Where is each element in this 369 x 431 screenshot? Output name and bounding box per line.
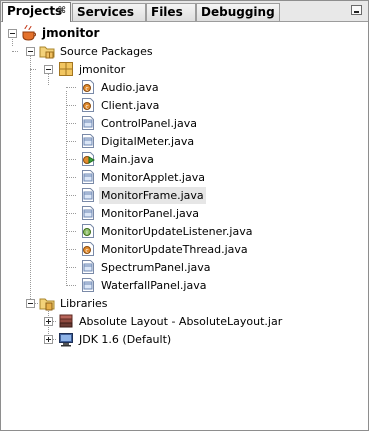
collapse-toggle[interactable] <box>26 299 35 308</box>
tab-projects[interactable]: Projects ⌘ <box>2 2 71 22</box>
file-item[interactable]: ControlPanel.java <box>1 115 361 132</box>
java-project-icon <box>21 25 37 41</box>
java-form-icon <box>80 169 96 185</box>
tree-connector <box>66 231 76 232</box>
expand-toggle[interactable] <box>44 317 53 326</box>
tab-files[interactable]: Files <box>146 3 196 21</box>
file-item[interactable]: MonitorFrame.java <box>1 187 361 204</box>
tree-connector <box>66 249 76 250</box>
file-item[interactable]: MonitorPanel.java <box>1 205 361 222</box>
tree-connector <box>66 159 76 160</box>
libraries-label: Libraries <box>60 297 108 310</box>
file-item[interactable]: DigitalMeter.java <box>1 133 361 150</box>
package-label: jmonitor <box>79 63 126 76</box>
tab-close-icon[interactable]: ⌘ <box>58 3 66 19</box>
java-main-class-icon <box>80 151 96 167</box>
tab-projects-label: Projects <box>7 4 63 18</box>
tree-connector <box>66 123 76 124</box>
expand-toggle[interactable] <box>44 335 53 344</box>
svg-text:c: c <box>85 104 88 111</box>
svg-text:c: c <box>85 248 88 255</box>
file-name: DigitalMeter.java <box>101 135 195 148</box>
project-tree: jmonitor Source Packages jmonitor c Audi… <box>1 22 368 430</box>
file-name: WaterfallPanel.java <box>101 279 207 292</box>
file-name: MonitorPanel.java <box>101 207 200 220</box>
java-form-icon <box>80 205 96 221</box>
tree-connector <box>30 69 36 70</box>
file-item[interactable]: c Audio.java <box>1 79 361 96</box>
java-class-icon: c <box>80 97 96 113</box>
file-name: ControlPanel.java <box>101 117 197 130</box>
tree-node-source-packages[interactable]: Source Packages <box>1 43 361 60</box>
jdk-platform-icon <box>58 331 74 347</box>
tree-connector <box>66 141 76 142</box>
file-item[interactable]: c Client.java <box>1 97 361 114</box>
java-form-icon <box>80 115 96 131</box>
tab-services-label: Services <box>77 5 135 19</box>
file-name: MonitorUpdateThread.java <box>101 243 248 256</box>
svg-text:c: c <box>85 86 88 93</box>
collapse-toggle[interactable] <box>26 47 35 56</box>
tree-connector <box>66 195 76 196</box>
java-form-icon <box>80 187 96 203</box>
java-form-icon <box>80 133 96 149</box>
java-class-icon: c <box>80 241 96 257</box>
java-interface-icon: i <box>80 223 96 239</box>
minimize-window-button[interactable] <box>351 5 362 15</box>
file-item[interactable]: Main.java <box>1 151 361 168</box>
tree-connector <box>66 87 76 88</box>
tree-connector <box>66 267 76 268</box>
collapse-toggle[interactable] <box>44 65 53 74</box>
libraries-icon <box>39 295 55 311</box>
tree-node-libraries[interactable]: Libraries <box>1 295 361 312</box>
file-name: Main.java <box>101 153 154 166</box>
tree-connector <box>66 105 76 106</box>
package-icon <box>58 61 74 77</box>
java-class-icon: c <box>80 79 96 95</box>
java-form-icon <box>80 259 96 275</box>
tree-node-library-item[interactable]: JDK 1.6 (Default) <box>1 331 361 348</box>
file-item[interactable]: c MonitorUpdateThread.java <box>1 241 361 258</box>
tab-debugging[interactable]: Debugging <box>196 3 280 21</box>
file-name: Client.java <box>101 99 160 112</box>
file-name: MonitorUpdateListener.java <box>101 225 253 238</box>
tab-debugging-label: Debugging <box>201 5 275 19</box>
file-name: SpectrumPanel.java <box>101 261 211 274</box>
library-item-label: JDK 1.6 (Default) <box>79 333 172 346</box>
file-item[interactable]: WaterfallPanel.java <box>1 277 361 294</box>
file-name: MonitorFrame.java <box>99 187 206 204</box>
tab-files-label: Files <box>151 5 183 19</box>
source-packages-icon <box>39 43 55 59</box>
tree-connector <box>66 177 76 178</box>
tree-connector <box>66 213 76 214</box>
library-item-label: Absolute Layout - AbsoluteLayout.jar <box>79 315 283 328</box>
file-name: MonitorApplet.java <box>101 171 205 184</box>
project-name: jmonitor <box>42 26 100 40</box>
file-item[interactable]: MonitorApplet.java <box>1 169 361 186</box>
file-item[interactable]: SpectrumPanel.java <box>1 259 361 276</box>
collapse-toggle[interactable] <box>8 29 17 38</box>
file-item[interactable]: i MonitorUpdateListener.java <box>1 223 361 240</box>
tree-connector <box>66 285 76 286</box>
jar-library-icon <box>58 313 74 329</box>
tab-bar: Projects ⌘ Services Files Debugging <box>1 1 368 22</box>
tree-node-project[interactable]: jmonitor <box>1 25 361 42</box>
tab-services[interactable]: Services <box>72 3 146 21</box>
file-name: Audio.java <box>101 81 159 94</box>
java-form-icon <box>80 277 96 293</box>
tree-node-package[interactable]: jmonitor <box>1 61 361 78</box>
tree-node-library-item[interactable]: Absolute Layout - AbsoluteLayout.jar <box>1 313 361 330</box>
tree-connector <box>12 51 18 52</box>
projects-window: Projects ⌘ Services Files Debugging jmon… <box>0 0 369 431</box>
source-packages-label: Source Packages <box>60 45 153 58</box>
